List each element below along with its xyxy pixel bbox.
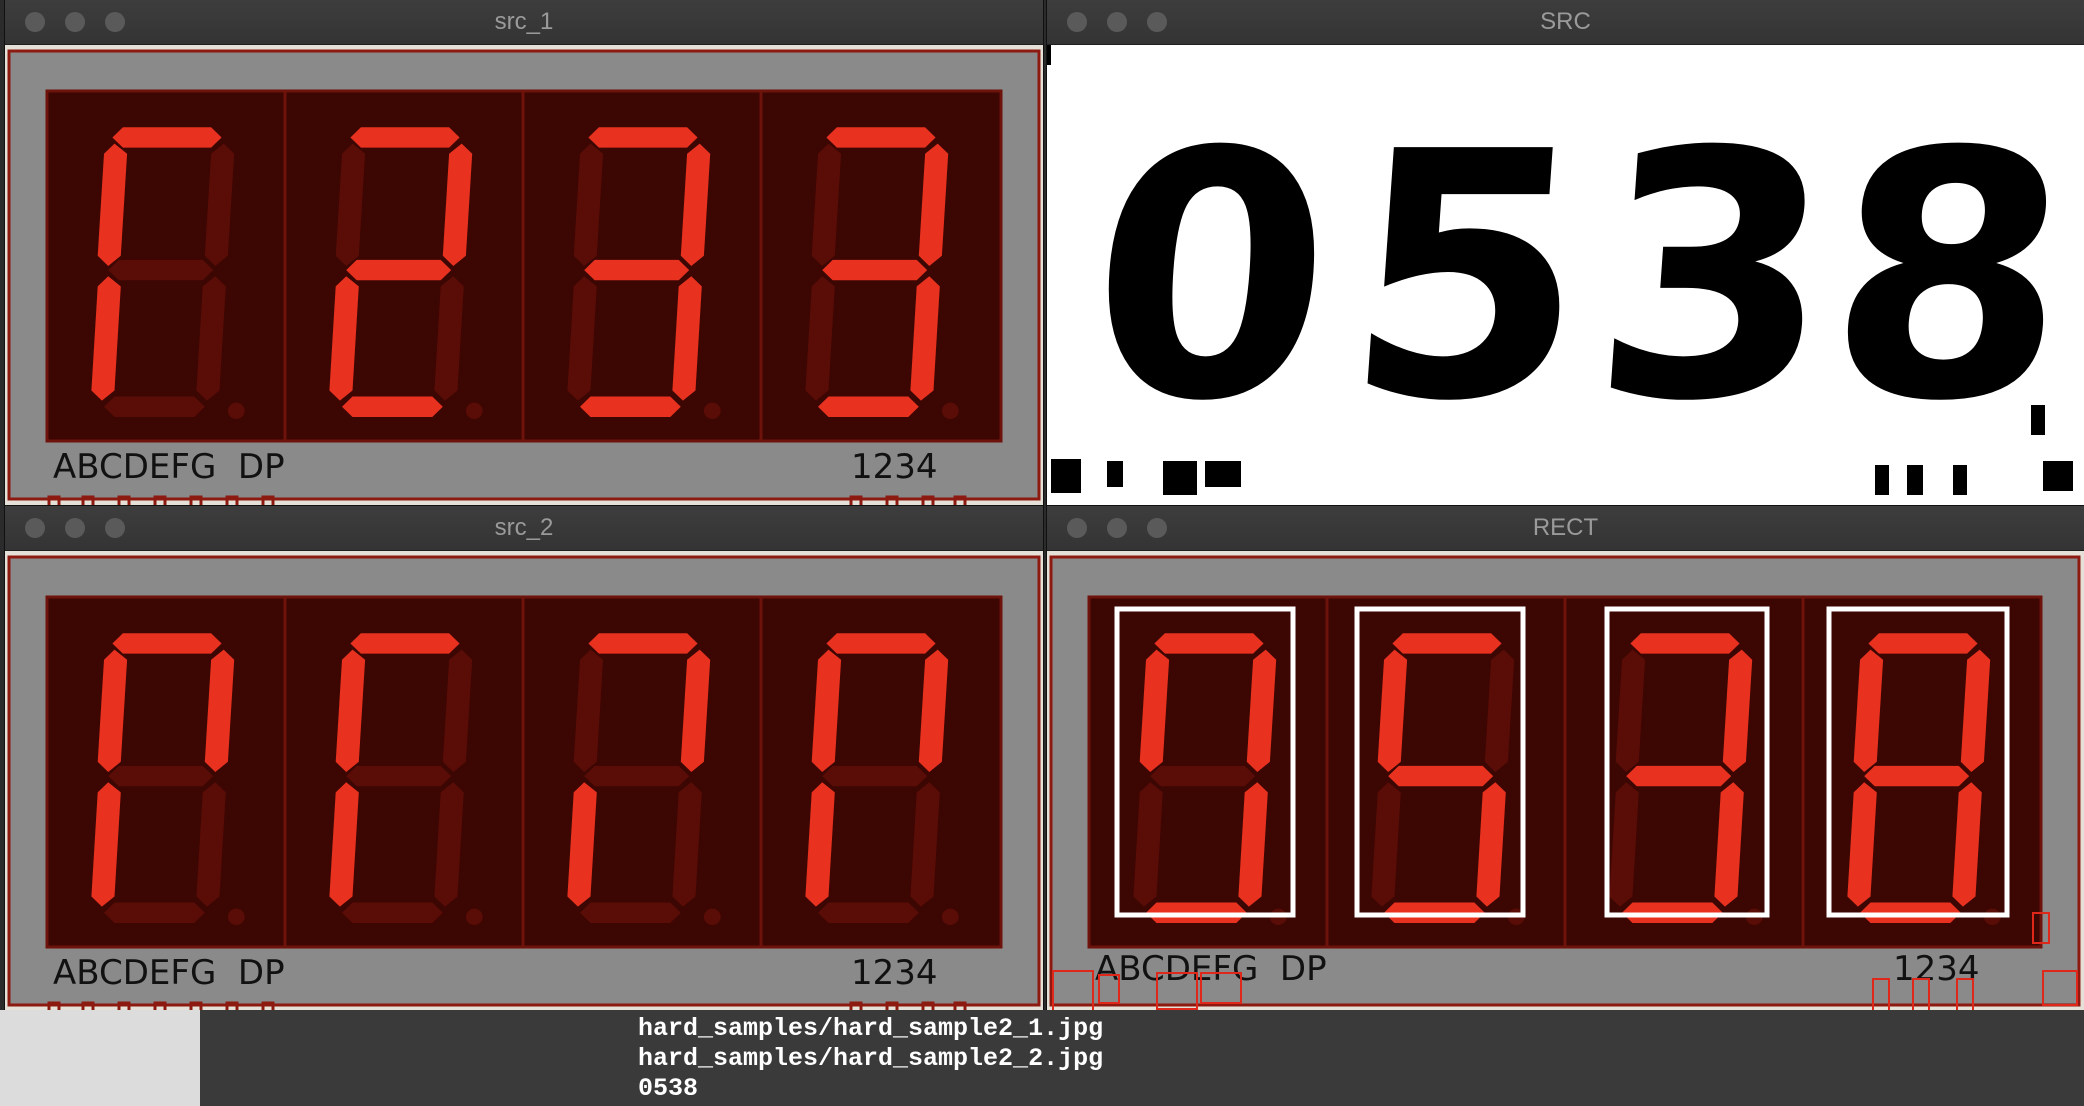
segment-g <box>108 259 214 281</box>
segment-g <box>1150 765 1256 787</box>
segment-a <box>826 127 936 148</box>
segment-d <box>580 396 681 417</box>
terminal-line: hard_samples/hard_sample2_1.jpg <box>638 1014 1104 1043</box>
decimal-point <box>703 908 721 925</box>
terminal-line: 0538 <box>638 1074 699 1103</box>
digit-label: 1234 <box>851 447 938 487</box>
digit-label: 1234 <box>851 953 938 993</box>
segment-g <box>584 259 690 281</box>
segment-d <box>818 902 919 923</box>
window-title: src_1 <box>494 8 554 35</box>
window-src1: src_1 ABCDEFG DP 1234 <box>5 0 1043 505</box>
window-src2: src_2 ABCDEFG DP 1234 <box>5 506 1043 1011</box>
image-view: ABCDEFG DP 1234 <box>1047 551 2084 1011</box>
binary-threshold-image: 0 5 3 8 <box>1047 45 2084 505</box>
segment-d <box>818 396 919 417</box>
segment-g <box>822 259 928 281</box>
segment-a <box>588 127 698 148</box>
binary-digit-2: 3 <box>1582 80 1846 476</box>
terminal-output: hard_samples/hard_sample2_1.jpg hard_sam… <box>200 1010 2084 1106</box>
segment-label: ABCDEFG DP <box>53 447 285 487</box>
segment-label: ABCDEFG DP <box>1095 949 1327 989</box>
segment-a <box>350 633 460 654</box>
segment-g <box>1388 765 1494 787</box>
segment-a <box>1630 633 1740 654</box>
segment-g <box>1626 765 1732 787</box>
desktop-background <box>0 1010 200 1106</box>
segment-a <box>826 633 936 654</box>
segment-g <box>822 765 928 787</box>
segment-d <box>342 902 443 923</box>
decimal-point <box>703 402 721 419</box>
segment-d <box>104 902 205 923</box>
segment-label: ABCDEFG DP <box>53 953 285 993</box>
segment-g <box>346 259 452 281</box>
detection-image: ABCDEFG DP 1234 <box>1047 551 2084 1011</box>
segment-a <box>588 633 698 654</box>
decimal-point <box>941 908 959 925</box>
image-view: 0 5 3 8 <box>1047 45 2084 505</box>
window-title: src_2 <box>494 514 554 541</box>
segment-a <box>112 633 222 654</box>
binary-digit-1: 5 <box>1335 80 1599 476</box>
window-title: SRC <box>1540 8 1591 35</box>
titlebar[interactable]: src_2 <box>5 506 1043 551</box>
segment-d <box>104 396 205 417</box>
segment-a <box>112 127 222 148</box>
decimal-point <box>227 908 245 925</box>
terminal-line: hard_samples/hard_sample2_2.jpg <box>638 1044 1104 1073</box>
segment-a <box>1392 633 1502 654</box>
decimal-point <box>465 402 483 419</box>
segment-g <box>108 765 214 787</box>
segment-g <box>346 765 452 787</box>
window-rect: RECT ABCDEFG DP 1234 <box>1047 506 2084 1011</box>
segment-d <box>342 396 443 417</box>
decimal-point <box>941 402 959 419</box>
window-title: RECT <box>1532 514 1599 541</box>
seven-segment-image: ABCDEFG DP 1234 <box>5 45 1043 505</box>
titlebar[interactable]: SRC <box>1047 0 2084 45</box>
seven-segment-image: ABCDEFG DP 1234 <box>5 551 1043 1011</box>
titlebar[interactable]: src_1 <box>5 0 1043 45</box>
binary-digit-0: 0 <box>1079 80 1343 476</box>
window-src: SRC 0 5 3 8 <box>1047 0 2084 505</box>
decimal-point <box>465 908 483 925</box>
image-view: ABCDEFG DP 1234 <box>5 45 1043 505</box>
image-view: ABCDEFG DP 1234 <box>5 551 1043 1011</box>
digit-label: 1234 <box>1893 949 1980 989</box>
segment-a <box>350 127 460 148</box>
titlebar[interactable]: RECT <box>1047 506 2084 551</box>
segment-d <box>580 902 681 923</box>
segment-a <box>1868 633 1978 654</box>
segment-g <box>584 765 690 787</box>
segment-g <box>1864 765 1970 787</box>
segment-a <box>1154 633 1264 654</box>
decimal-point <box>227 402 245 419</box>
